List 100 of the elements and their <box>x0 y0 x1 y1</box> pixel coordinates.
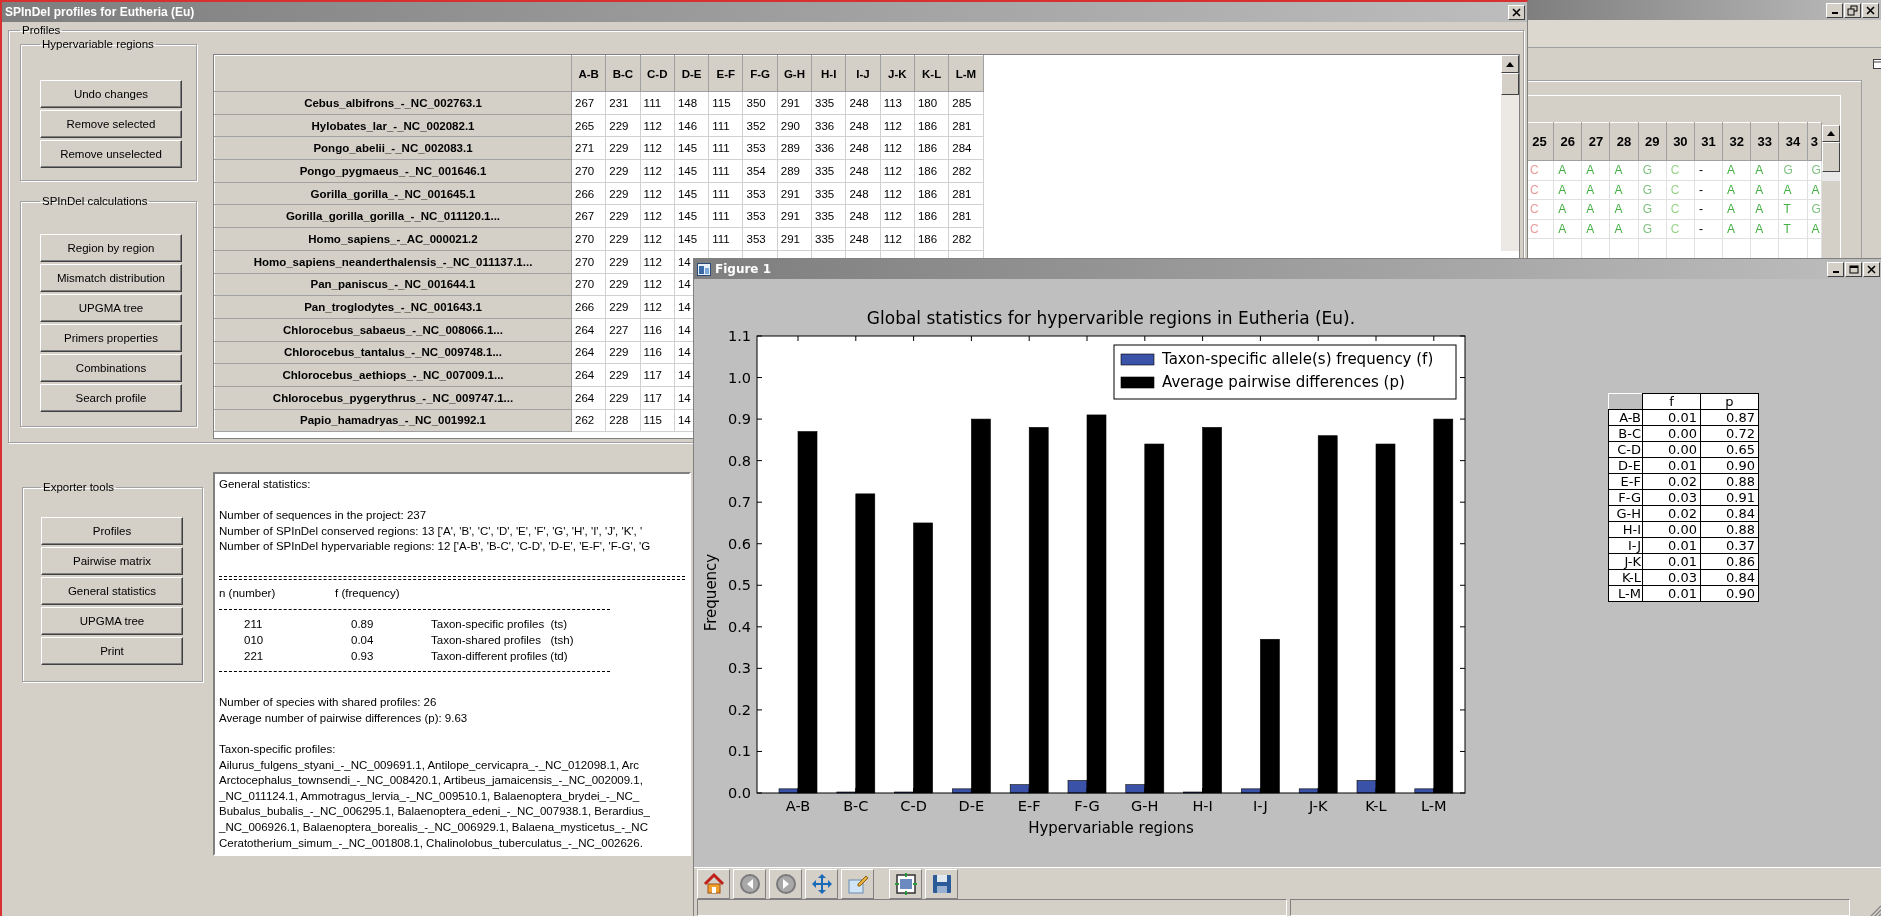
profile-label: Taxon-shared profiles (tsh) <box>431 632 574 648</box>
table-cell: 112 <box>640 159 675 183</box>
table-cell: 111 <box>708 136 743 160</box>
table-cell: - <box>1694 219 1723 239</box>
table-cell: 267 <box>571 204 606 228</box>
table-cell: 186 <box>914 204 949 228</box>
text-line: Number of sequences in the project: 237 <box>219 508 427 524</box>
table-cell: 112 <box>640 273 675 296</box>
tick-label: K-L <box>1365 798 1387 814</box>
table-cell: A <box>1722 219 1751 239</box>
column-header: 26 <box>1553 122 1582 161</box>
column-header: I-J <box>845 55 881 92</box>
table-cell: 335 <box>811 227 846 251</box>
table-cell: 267 <box>571 91 606 115</box>
table-cell: 0.00 <box>1642 425 1701 442</box>
table-cell: 0.72 <box>1700 425 1759 442</box>
group-title: Exporter tools <box>42 481 115 493</box>
table-cell: 0.00 <box>1642 521 1701 538</box>
tick-label: 0.7 <box>727 494 751 511</box>
tick-label: 1.0 <box>727 369 751 386</box>
table-cell: 112 <box>880 204 915 228</box>
table-cell: A <box>1722 160 1751 180</box>
table-cell: 290 <box>777 114 812 137</box>
chart-title: Global statistics for hypervarible regions in Eutheria (Eu). <box>866 308 1356 328</box>
count-value: 221 <box>244 648 265 664</box>
table-cell: A <box>1553 160 1582 180</box>
table-cell: A <box>1722 180 1751 200</box>
column-header: L-M <box>948 55 984 92</box>
table-cell: 289 <box>777 136 812 160</box>
column-header: C-D <box>640 55 675 92</box>
table-cell: 148 <box>674 91 709 115</box>
table-cell: T <box>1778 199 1808 219</box>
table-cell: A <box>1722 199 1751 219</box>
table-cell: 0.84 <box>1700 505 1759 522</box>
table-cell: 186 <box>914 114 949 137</box>
table-cell: 116 <box>640 318 675 342</box>
table-cell: 0.88 <box>1700 473 1759 490</box>
table-cell: 111 <box>708 182 743 205</box>
table-cell: 229 <box>605 250 641 273</box>
table-cell: 248 <box>845 204 881 228</box>
table-cell: 264 <box>571 318 606 342</box>
table-cell: 112 <box>640 250 675 273</box>
tick-label: 0.8 <box>727 452 751 469</box>
table-cell: 115 <box>640 409 675 432</box>
table-cell: 229 <box>605 204 641 228</box>
table-cell: 229 <box>605 159 641 183</box>
table-cell: 350 <box>743 91 778 115</box>
table-cell: 336 <box>811 136 846 160</box>
table-cell: 353 <box>743 182 778 205</box>
table-cell: G <box>1638 160 1667 180</box>
table-cell: A <box>1581 199 1610 219</box>
column-header: 28 <box>1609 122 1639 161</box>
text-line: Number of SPInDel hypervariable regions: 12 ['A-B', 'B-C', 'C-D', 'D-E', 'E-F', 'F-G', 'G <box>219 539 651 555</box>
profile-label: Taxon-different profiles (td) <box>431 648 568 664</box>
tick-label: 0.9 <box>727 411 751 428</box>
table-cell: 248 <box>845 91 881 115</box>
column-header: E-F <box>708 55 743 92</box>
table-cell: - <box>1694 199 1723 219</box>
table-cell: G <box>1638 219 1667 239</box>
table-cell: 229 <box>605 341 641 364</box>
table-cell: C <box>1666 180 1695 200</box>
tick-label: L-M <box>1421 798 1447 814</box>
text-line: Bubalus_bubalis_-_NC_006295.1, Balaenoptera_edeni_-_NC_007938.1, Berardius_ <box>219 804 650 820</box>
table-cell: C <box>1666 160 1695 180</box>
table-cell: A <box>1609 199 1639 219</box>
tick-label: E-F <box>1017 798 1041 814</box>
table-cell: A <box>1778 180 1808 200</box>
table-cell: 291 <box>777 182 812 205</box>
row-header: I-J <box>1608 537 1643 554</box>
table-cell: G <box>1638 199 1667 219</box>
table-cell: 145 <box>674 136 709 160</box>
table-cell: 336 <box>811 114 846 137</box>
tick-label: 1.1 <box>727 328 751 344</box>
tick-label: A-B <box>785 798 811 814</box>
table-cell: 0.01 <box>1642 537 1701 554</box>
column-header: 30 <box>1666 122 1695 161</box>
table-cell: 229 <box>605 182 641 205</box>
table-cell: A <box>1609 160 1639 180</box>
table-cell: 145 <box>674 227 709 251</box>
tick-label: 0.1 <box>727 743 751 760</box>
table-cell: 282 <box>948 227 984 251</box>
table-cell: 145 <box>674 182 709 205</box>
table-cell: A <box>1807 219 1822 239</box>
table-cell: 112 <box>880 182 915 205</box>
table-cell: 353 <box>743 227 778 251</box>
table-cell: 270 <box>571 227 606 251</box>
table-cell: A <box>1750 199 1779 219</box>
row-header: H-I <box>1608 521 1643 538</box>
table-cell: T <box>1778 219 1808 239</box>
table-cell: 0.01 <box>1642 457 1701 474</box>
table-cell: G <box>1778 160 1808 180</box>
window-title: Figure 1 <box>715 262 772 276</box>
tick-label: 0.3 <box>727 660 751 677</box>
table-cell: 289 <box>777 159 812 183</box>
column-header: A-B <box>571 55 606 92</box>
table-cell: 112 <box>640 204 675 228</box>
table-cell: A <box>1750 219 1779 239</box>
table-cell: 228 <box>605 409 641 432</box>
table-cell: 229 <box>605 295 641 319</box>
table-cell: 270 <box>571 250 606 273</box>
